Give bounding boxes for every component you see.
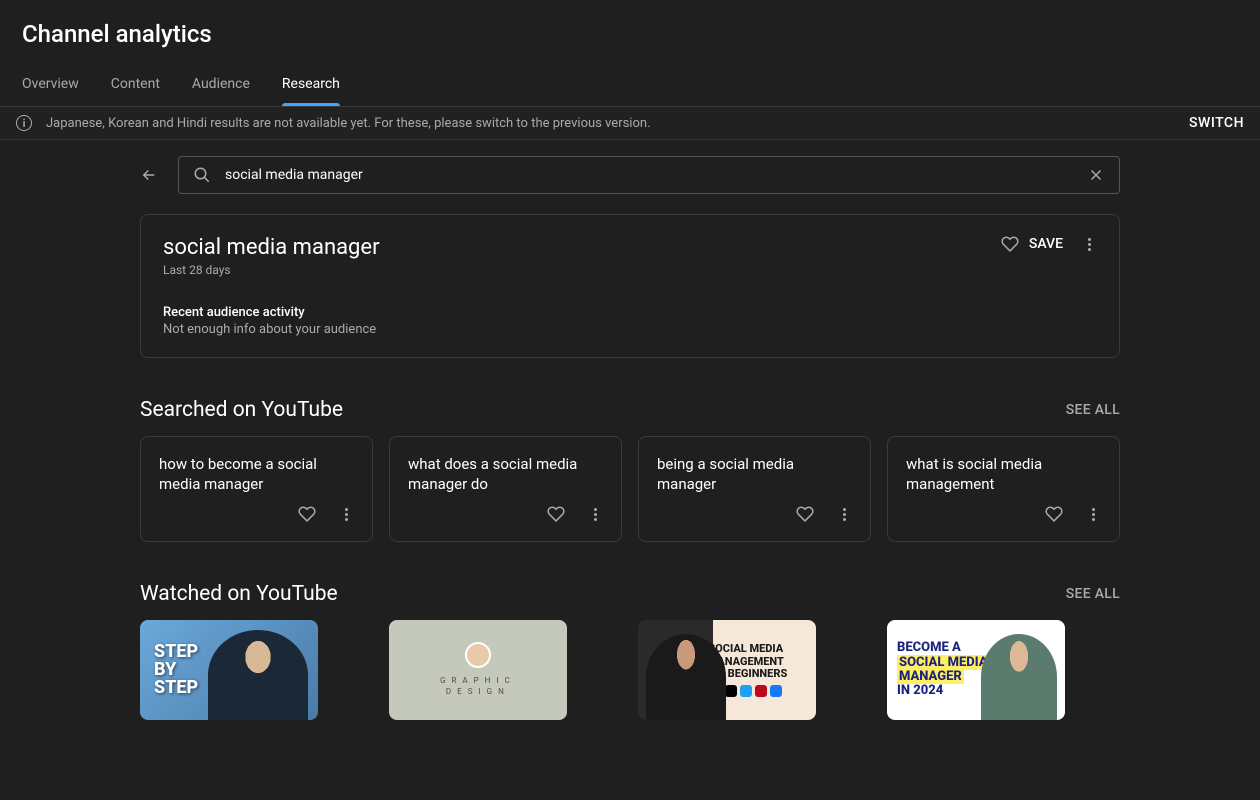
close-icon[interactable] [1087, 166, 1105, 184]
result-card: social media manager Last 28 days SAVE R… [140, 214, 1120, 358]
topic-card[interactable]: how to become a social media manager [140, 436, 373, 542]
search-icon [193, 166, 211, 184]
search-input[interactable] [225, 167, 1087, 183]
page-title: Channel analytics [0, 0, 1260, 62]
heart-icon[interactable] [1045, 505, 1063, 523]
switch-button[interactable]: SWITCH [1189, 115, 1244, 131]
topic-card[interactable]: what does a social media manager do [389, 436, 622, 542]
watched-title: Watched on YouTube [140, 582, 338, 606]
more-icon[interactable] [1085, 506, 1101, 522]
info-icon: i [16, 115, 32, 131]
tab-content[interactable]: Content [111, 62, 160, 106]
video-thumbnail[interactable]: GRAPHIC DESIGN [389, 620, 567, 720]
topic-text: what is social media management [906, 455, 1101, 494]
search-box [178, 156, 1120, 194]
activity-info: Not enough info about your audience [163, 322, 1097, 337]
video-thumbnail[interactable]: SOCIAL MEDIA MANAGEMENT FOR BEGINNERS [638, 620, 816, 720]
searched-cards: how to become a social media manager wha… [140, 436, 1120, 542]
topic-text: being a social media manager [657, 455, 852, 494]
topic-text: how to become a social media manager [159, 455, 354, 494]
topic-text: what does a social media manager do [408, 455, 603, 494]
activity-label: Recent audience activity [163, 305, 1097, 320]
topic-card[interactable]: what is social media management [887, 436, 1120, 542]
heart-icon[interactable] [298, 505, 316, 523]
notice-text: Japanese, Korean and Hindi results are n… [46, 116, 651, 131]
video-thumbnail[interactable]: BECOME A SOCIAL MEDIA MANAGER IN 2024 [887, 620, 1065, 720]
tab-audience[interactable]: Audience [192, 62, 250, 106]
more-icon[interactable] [338, 506, 354, 522]
result-subtitle: Last 28 days [163, 263, 380, 277]
more-icon[interactable] [587, 506, 603, 522]
heart-icon[interactable] [547, 505, 565, 523]
topic-card[interactable]: being a social media manager [638, 436, 871, 542]
video-thumbnail[interactable]: STEPBYSTEP [140, 620, 318, 720]
heart-icon[interactable] [796, 505, 814, 523]
result-title: social media manager [163, 235, 380, 260]
see-all-searched[interactable]: SEE ALL [1066, 402, 1120, 418]
watched-thumbs: STEPBYSTEP GRAPHIC DESIGN SOCIAL MEDIA M… [140, 620, 1120, 720]
notice-bar: i Japanese, Korean and Hindi results are… [0, 107, 1260, 140]
heart-icon[interactable] [1001, 235, 1019, 253]
tab-overview[interactable]: Overview [22, 62, 79, 106]
more-icon[interactable] [1081, 236, 1097, 252]
more-icon[interactable] [836, 506, 852, 522]
searched-title: Searched on YouTube [140, 398, 343, 422]
save-button[interactable]: SAVE [1029, 236, 1063, 252]
tab-research[interactable]: Research [282, 62, 340, 106]
see-all-watched[interactable]: SEE ALL [1066, 586, 1120, 602]
back-icon[interactable] [140, 166, 158, 184]
tabs: Overview Content Audience Research [0, 62, 1260, 107]
